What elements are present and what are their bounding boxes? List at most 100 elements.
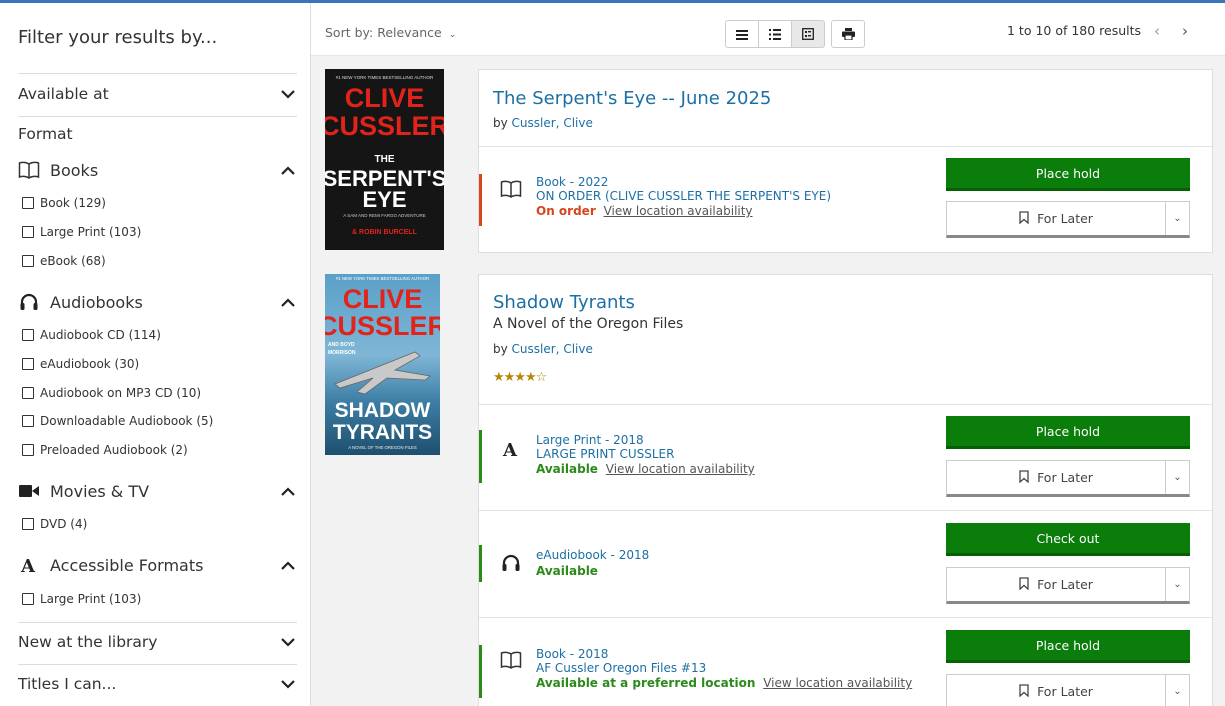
chevron-down-icon: ⌄	[1173, 579, 1182, 590]
chevron-down-icon: ⌄	[1173, 686, 1182, 697]
group-audiobooks[interactable]: Audiobooks	[18, 292, 297, 312]
filter-new-label: New at the library	[18, 633, 158, 651]
filter-checkbox[interactable]: Large Print (103)	[22, 225, 141, 239]
checkbox-icon[interactable]	[22, 226, 34, 238]
checkbox-icon[interactable]	[22, 415, 34, 427]
print-button[interactable]	[831, 20, 865, 48]
holding-format-link[interactable]: Large Print - 2018	[536, 433, 644, 447]
for-later-dropdown[interactable]: ⌄	[1166, 461, 1189, 494]
checkbox-icon[interactable]	[22, 329, 34, 341]
author-link[interactable]: Cussler, Clive	[512, 116, 593, 130]
checkbox-icon[interactable]	[22, 444, 34, 456]
cover-series-tag: A NOVEL OF THE OREGON FILES	[348, 445, 417, 450]
filter-checkbox[interactable]: Preloaded Audiobook (2)	[22, 443, 188, 457]
result-title[interactable]: The Serpent's Eye -- June 2025	[493, 88, 771, 109]
for-later-dropdown[interactable]: ⌄	[1166, 568, 1189, 601]
view-location-link[interactable]: View location availability	[763, 676, 912, 690]
bookmark-icon	[1019, 576, 1029, 593]
cover-author-first: CLIVE	[343, 284, 423, 314]
checkbox-icon[interactable]	[22, 255, 34, 267]
holding-callnumber[interactable]: LARGE PRINT CUSSLER	[536, 447, 674, 461]
cover-tagline: #1 NEW YORK TIMES BESTSELLING AUTHOR	[336, 276, 429, 281]
status-text: Available	[536, 564, 598, 578]
chevron-down-icon	[281, 679, 297, 689]
for-later-dropdown[interactable]: ⌄	[1166, 202, 1189, 235]
filter-checkbox[interactable]: Large Print (103)	[22, 592, 141, 606]
holding-format-link[interactable]: eAudiobook - 2018	[536, 548, 649, 562]
filter-checkbox[interactable]: eBook (68)	[22, 254, 106, 268]
checkbox-icon[interactable]	[22, 518, 34, 530]
book-icon	[499, 648, 523, 672]
book-cover-shadow-tyrants[interactable]: #1 NEW YORK TIMES BESTSELLING AUTHOR CLI…	[318, 274, 447, 455]
group-audiobooks-label: Audiobooks	[50, 292, 143, 312]
checkbox-icon[interactable]	[22, 197, 34, 209]
filter-checkbox[interactable]: DVD (4)	[22, 517, 87, 531]
filter-checkbox[interactable]: Book (129)	[22, 196, 106, 210]
result-subtitle: A Novel of the Oregon Files	[493, 316, 684, 332]
for-later-main[interactable]: For Later	[947, 202, 1166, 235]
book-cover-serpents-eye[interactable]: #1 NEW YORK TIMES BESTSELLING AUTHOR CLI…	[320, 69, 449, 250]
filter-checkbox[interactable]: eAudiobook (30)	[22, 357, 139, 371]
cover-coauthor: & ROBIN BURCELL	[352, 229, 418, 236]
holding-callnumber[interactable]: ON ORDER (CLIVE CUSSLER THE SERPENT'S EY…	[536, 189, 831, 203]
holding-format-link[interactable]: Book - 2018	[536, 647, 608, 661]
cover-tagline: #1 NEW YORK TIMES BESTSELLING AUTHOR	[336, 75, 434, 80]
status-bar	[479, 645, 482, 698]
place-hold-button[interactable]: Place hold	[946, 416, 1190, 449]
for-later-main[interactable]: For Later	[947, 461, 1166, 494]
group-accessible-formats[interactable]: A Accessible Formats	[18, 555, 297, 575]
view-location-link[interactable]: View location availability	[606, 462, 755, 476]
detail-view-button[interactable]	[758, 20, 792, 48]
filter-label: Audiobook CD (114)	[40, 328, 161, 342]
result-title[interactable]: Shadow Tyrants	[493, 292, 635, 313]
author-link[interactable]: Cussler, Clive	[512, 342, 593, 356]
checkbox-icon[interactable]	[22, 387, 34, 399]
chevron-up-icon	[281, 486, 297, 496]
group-books[interactable]: Books	[18, 160, 297, 180]
filter-titles-i-can[interactable]: Titles I can...	[18, 675, 297, 693]
place-hold-button[interactable]: Place hold	[946, 630, 1190, 663]
next-page-button[interactable]: ›	[1182, 22, 1188, 40]
group-movies-tv[interactable]: Movies & TV	[18, 481, 297, 501]
chevron-up-icon	[281, 165, 297, 175]
by-label: by	[493, 116, 508, 130]
filter-available-at[interactable]: Available at	[18, 85, 297, 103]
holding-format-link[interactable]: Book - 2022	[536, 175, 608, 189]
holding-status: Available View location availability	[536, 462, 755, 476]
for-later-label: For Later	[1037, 470, 1093, 485]
for-later-label: For Later	[1037, 577, 1093, 592]
view-toggle-group	[725, 20, 865, 48]
filter-new-at-library[interactable]: New at the library	[18, 633, 297, 651]
status-bar	[479, 174, 482, 226]
filter-checkbox[interactable]: Audiobook CD (114)	[22, 328, 161, 342]
filter-checkbox[interactable]: Audiobook on MP3 CD (10)	[22, 386, 201, 400]
for-later-main[interactable]: For Later	[947, 568, 1166, 601]
holding-status: Available at a preferred location View l…	[536, 676, 912, 690]
pagination: ‹ ›	[1154, 22, 1188, 40]
results-count: 1 to 10 of 180 results	[1007, 23, 1142, 38]
holding-callnumber[interactable]: AF Cussler Oregon Files #13	[536, 661, 706, 675]
accessible-a-icon: A	[499, 437, 523, 461]
result-byline: by Cussler, Clive	[493, 342, 593, 356]
headphones-icon	[499, 551, 523, 575]
grid-view-button[interactable]	[791, 20, 825, 48]
checkbox-icon[interactable]	[22, 593, 34, 605]
filter-checkbox[interactable]: Downloadable Audiobook (5)	[22, 414, 213, 428]
check-out-button[interactable]: Check out	[946, 523, 1190, 556]
for-later-dropdown[interactable]: ⌄	[1166, 675, 1189, 706]
sort-dropdown[interactable]: Sort by: Relevance ⌄	[325, 25, 456, 40]
list-view-icon	[736, 25, 748, 44]
cover-title-2: EYE	[362, 187, 406, 212]
group-movies-label: Movies & TV	[50, 481, 150, 501]
view-location-link[interactable]: View location availability	[604, 204, 753, 218]
result-card: Shadow Tyrants A Novel of the Oregon Fil…	[478, 274, 1213, 706]
status-text: On order	[536, 204, 596, 218]
format-heading: Format	[18, 125, 297, 143]
place-hold-button[interactable]: Place hold	[946, 158, 1190, 191]
status-bar	[479, 430, 482, 483]
checkbox-icon[interactable]	[22, 358, 34, 370]
list-view-button[interactable]	[725, 20, 759, 48]
prev-page-button[interactable]: ‹	[1154, 22, 1160, 40]
chevron-up-icon	[281, 297, 297, 307]
for-later-main[interactable]: For Later	[947, 675, 1166, 706]
